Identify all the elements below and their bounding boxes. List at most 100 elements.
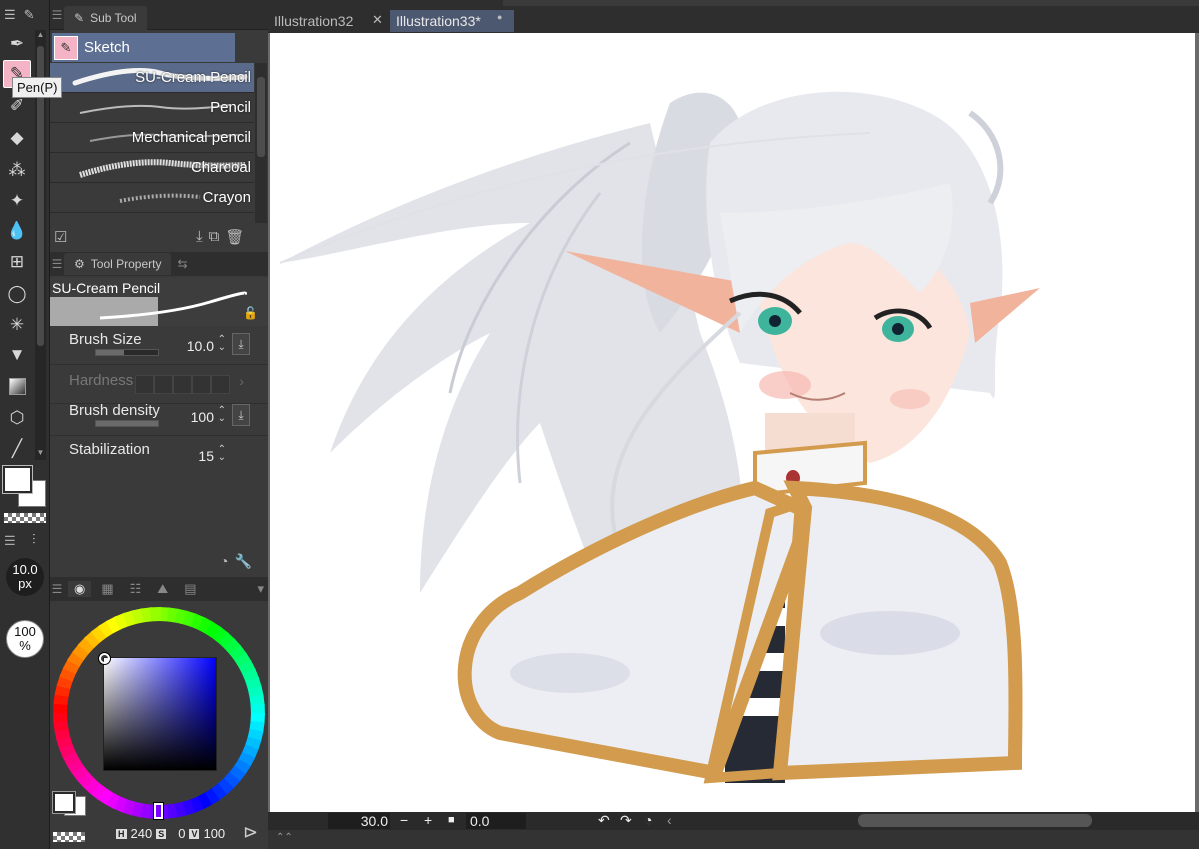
color-wheel-tab-icon[interactable]: ◉ — [68, 581, 92, 597]
close-tab-icon[interactable]: ✕ — [372, 12, 383, 28]
duplicate-sub-tool-icon[interactable]: ⧉ — [209, 228, 220, 246]
color-slider-tab-icon[interactable]: ☷ — [124, 581, 148, 597]
sub-tool-settings-row: ☑ — [54, 228, 67, 246]
chevron-right-icon[interactable]: › — [239, 373, 244, 389]
rotate-right-icon[interactable]: ↷ — [620, 812, 632, 829]
color-set-tab-icon[interactable]: ▦ — [95, 581, 119, 597]
sub-tool-group-sketch[interactable]: ✎ Sketch — [52, 33, 235, 62]
brush-size-dynamics-icon[interactable]: ⤓ — [232, 333, 250, 355]
airbrush-tool-button[interactable]: ⁂ — [3, 156, 31, 184]
fill-tool-button[interactable]: ▼ — [3, 341, 31, 369]
magic-wand-tool-button[interactable]: ✳ — [3, 311, 31, 339]
hue-marker[interactable] — [153, 802, 164, 820]
gradient-tool-button[interactable] — [3, 372, 31, 400]
rotate-left-icon[interactable]: ↶ — [598, 812, 610, 829]
document-tab-illustration33[interactable]: Illustration33* — [390, 10, 514, 32]
main-color-swatch[interactable] — [52, 791, 76, 814]
line-icon: ╱ — [11, 439, 23, 458]
brush-list-scrollbar[interactable] — [255, 63, 267, 223]
brush-density-spinner-icon[interactable]: ⌃ ⌄ — [218, 406, 226, 424]
brush-density-slider[interactable] — [95, 420, 159, 427]
delete-sub-tool-icon[interactable]: 🗑 — [225, 228, 244, 246]
stabilization-spinner-icon[interactable]: ⌃ ⌄ — [218, 445, 226, 463]
sub-tool-tab-icon: ✎ — [74, 10, 85, 25]
opacity-indicator[interactable]: 100 % — [6, 620, 44, 658]
pen-nib-tool-button[interactable]: ✒ — [3, 30, 31, 58]
brush-density-value[interactable]: 100 — [191, 409, 214, 425]
brush-item-su-cream-pencil[interactable]: SU-Cream Pencil — [50, 63, 254, 93]
scroll-up-icon[interactable]: ▲ — [35, 30, 46, 42]
line-tool-button[interactable]: ╱ — [3, 435, 31, 463]
play-icon[interactable]: ⊳ — [243, 822, 258, 843]
saturation-value-square[interactable] — [103, 657, 217, 771]
brush-preview-name: SU-Cream Pencil — [52, 280, 161, 296]
blend-tool-button[interactable]: 💧 — [3, 217, 31, 245]
approximate-color-tab-icon[interactable]: ▤ — [178, 581, 202, 597]
brush-tab-icon[interactable]: ✎ — [24, 7, 35, 23]
brush-size-spinner-icon[interactable]: ⌃ ⌄ — [218, 335, 226, 353]
brush-size-indicator[interactable]: 10.0 px — [6, 558, 44, 596]
sv-cursor[interactable] — [98, 652, 111, 665]
lock-icon[interactable]: 🔓 — [243, 306, 258, 320]
operation-tool-button[interactable]: ⊞ — [3, 248, 31, 276]
collapse-up-icon[interactable]: ⌃⌃ — [276, 832, 293, 843]
zoom-out-icon[interactable]: − — [400, 812, 408, 828]
slider-settings-icon[interactable]: ⫶ — [32, 531, 36, 548]
blend-droplets-icon: 💧 — [6, 221, 28, 240]
scroll-left-icon[interactable]: ‹ — [667, 812, 672, 828]
reset-rotation-icon[interactable]: ◔ — [644, 812, 652, 828]
main-color-swatch[interactable] — [2, 465, 33, 494]
brush-item-charcoal[interactable]: Charcoal — [50, 153, 254, 183]
eraser-tool-button[interactable]: ◆ — [3, 124, 31, 152]
brush-density-dynamics-icon[interactable]: ⤓ — [232, 404, 250, 426]
sub-tool-group-label: Sketch — [84, 39, 130, 56]
import-sub-tool-icon[interactable]: ⤓ — [196, 228, 203, 246]
document-tab-illustration32[interactable]: Illustration32 — [268, 10, 359, 32]
decoration-tool-button[interactable]: ✦ — [3, 187, 31, 215]
3d-figure-tool-button[interactable]: ⬡ — [3, 404, 31, 432]
brush-item-mechanical-pencil[interactable]: Mechanical pencil — [50, 123, 254, 153]
illustration-canvas[interactable] — [270, 33, 1195, 812]
transparent-color-swatch[interactable] — [4, 513, 46, 523]
tab-tool-property[interactable]: ⚙ Tool Property — [64, 253, 172, 275]
wrench-icon[interactable]: 🔧 — [234, 553, 251, 570]
scroll-down-icon[interactable]: ▼ — [35, 448, 46, 460]
hsv-readout: H 240 S 0 V 100 — [116, 826, 225, 841]
fill-bucket-icon: ▼ — [8, 345, 26, 364]
zoom-in-icon[interactable]: + — [424, 812, 432, 828]
transparent-color-swatch[interactable] — [53, 832, 85, 842]
horizontal-scroll-thumb[interactable] — [858, 814, 1092, 827]
tab-sub-tool[interactable]: ✎ Sub Tool — [64, 5, 147, 30]
scroll-thumb[interactable] — [257, 77, 265, 157]
palette-menu-icon[interactable]: ☰ — [4, 7, 16, 23]
panel-menu-icon[interactable]: ☰ — [50, 582, 64, 596]
intermediate-color-tab-icon[interactable]: ⛰ — [151, 581, 174, 597]
zoom-field[interactable]: 30.0 — [328, 813, 390, 829]
brush-name: Mechanical pencil — [131, 129, 251, 146]
settings-menu-icon[interactable]: ☰ — [4, 533, 16, 549]
color-wheel[interactable] — [53, 607, 265, 820]
brush-name: Pencil — [210, 99, 251, 116]
lasso-tool-button[interactable]: ◯ — [3, 280, 31, 308]
document-tab-title: Illustration32 — [274, 13, 354, 29]
brush-item-crayon[interactable]: Crayon — [50, 183, 254, 213]
sub-tool-actions: ⤓ ⧉ 🗑 — [196, 228, 244, 246]
panel-dropdown-icon[interactable]: ▾ — [257, 581, 264, 597]
panel-menu-icon[interactable]: ☰ — [50, 257, 64, 271]
rotation-field[interactable]: 0.0 — [466, 813, 526, 829]
stabilization-value[interactable]: 15 — [198, 448, 214, 464]
hardness-selector[interactable] — [135, 375, 230, 394]
gradient-icon — [8, 377, 26, 395]
sub-tool-detail-icon[interactable]: ☑ — [54, 228, 67, 246]
link-toggle-icon[interactable]: ⇆ — [177, 257, 187, 271]
brush-item-pencil[interactable]: Pencil — [50, 93, 254, 123]
tool-palette: ☰ ✎ ✒ ✎ ✐ ◆ ⁂ ✦ 💧 ⊞ ◯ ✳ ▼ ⬡ ╱ ▲ ▼ Pen(P)… — [0, 0, 63, 849]
fit-icon[interactable]: ■ — [448, 814, 455, 826]
brush-density-fill — [96, 421, 158, 426]
unsaved-dot-icon[interactable]: ● — [497, 12, 502, 22]
brush-size-value[interactable]: 10.0 — [187, 338, 214, 354]
brush-size-slider[interactable] — [95, 349, 159, 356]
canvas-area[interactable] — [268, 33, 1199, 812]
panel-menu-icon[interactable]: ☰ — [50, 8, 64, 22]
reset-icon[interactable]: ◔ — [220, 553, 228, 570]
